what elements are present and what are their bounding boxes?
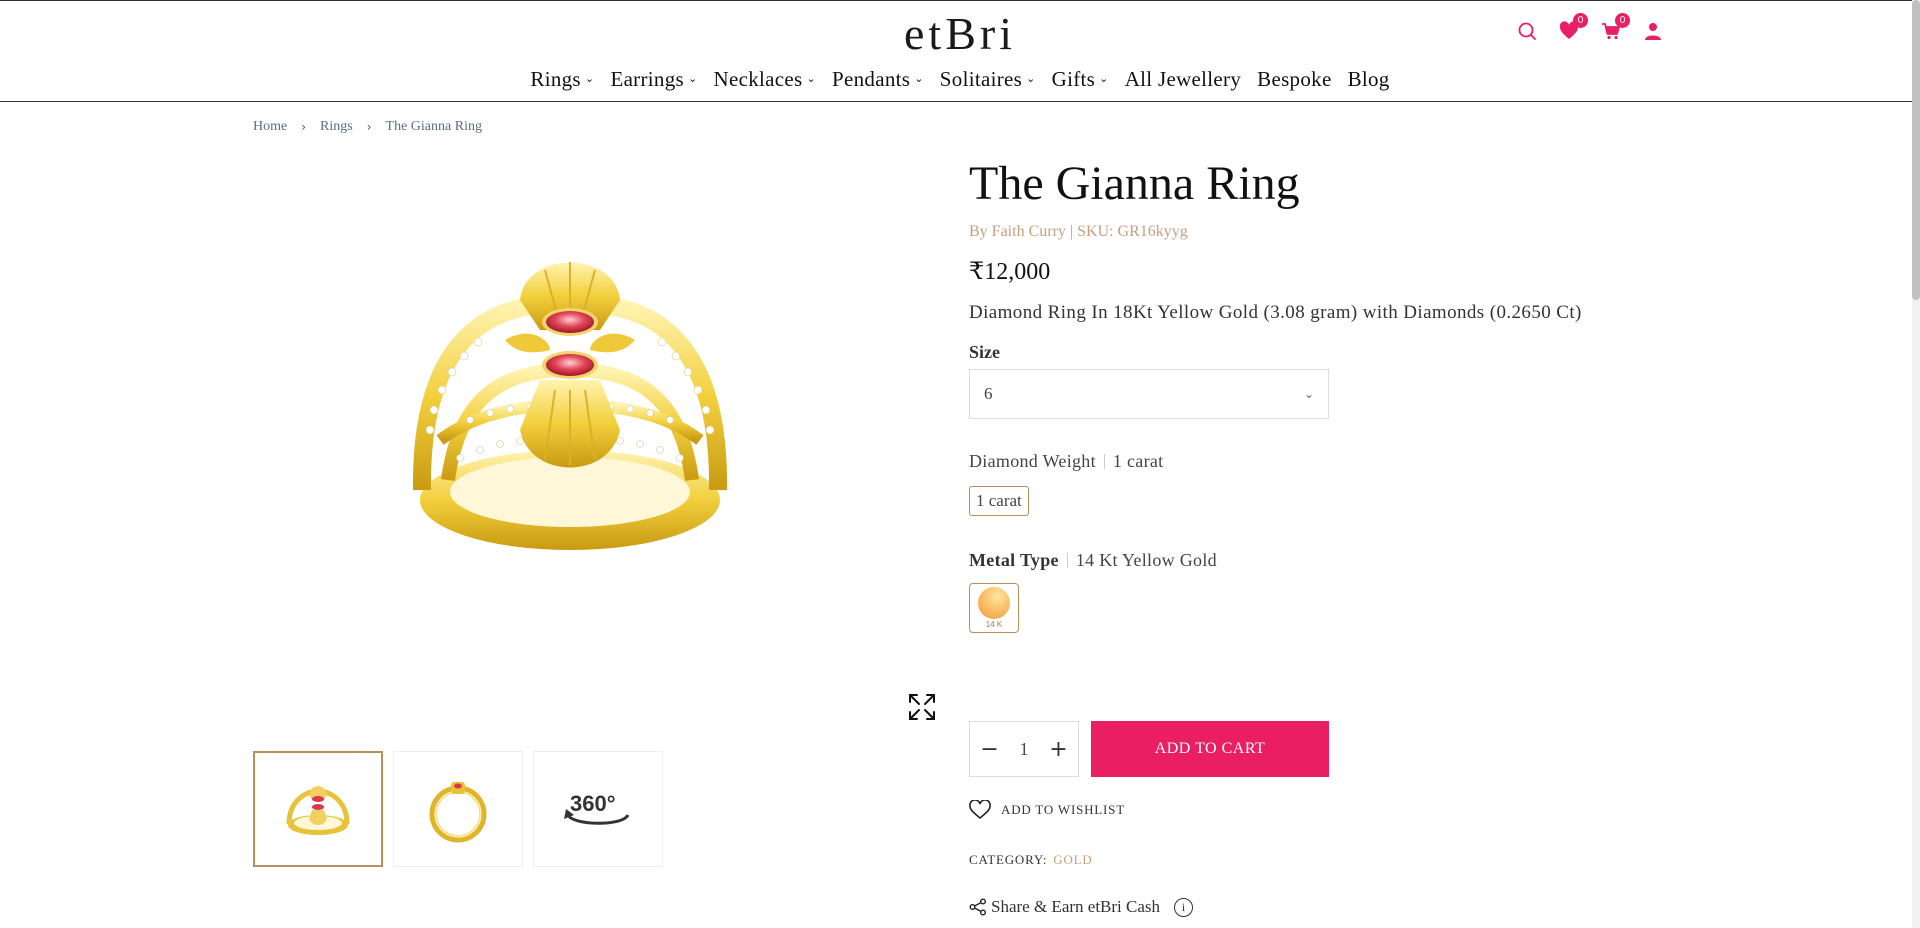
user-icon[interactable] — [1642, 19, 1664, 43]
category-label: CATEGORY: — [969, 852, 1048, 867]
nav-label: Earrings — [610, 67, 684, 91]
quantity-stepper: − 1 + — [969, 721, 1079, 777]
diamond-weight-option[interactable]: 1 carat — [969, 485, 1029, 516]
search-icon[interactable] — [1516, 19, 1538, 43]
chevron-right-icon: › — [301, 120, 307, 134]
nav-label: Blog — [1347, 67, 1390, 91]
breadcrumb-home[interactable]: Home — [253, 119, 287, 135]
info-icon[interactable]: i — [1174, 897, 1194, 917]
nav-label: Gifts — [1051, 67, 1096, 91]
metal-swatch-14k-yellow[interactable]: 14 K — [969, 582, 1019, 633]
breadcrumb: Home › Rings › The Gianna Ring — [253, 119, 482, 135]
rotate-360-icon: 360° — [564, 791, 630, 825]
chevron-down-icon: ⌄ — [584, 72, 595, 85]
product-byline: By Faith Curry | SKU: GR16kyyg — [969, 222, 1188, 240]
nav-label: Bespoke — [1257, 67, 1332, 91]
page-scrollbar[interactable] — [1912, 0, 1920, 928]
expand-fullscreen-button[interactable] — [905, 690, 939, 724]
breadcrumb-current: The Gianna Ring — [385, 119, 482, 134]
add-to-wishlist-link[interactable]: ADD TO WISHLIST — [969, 800, 1125, 820]
quantity-increase-button[interactable]: + — [1049, 737, 1067, 762]
quantity-decrease-button[interactable]: − — [980, 737, 998, 762]
nav-item-bespoke[interactable]: Bespoke — [1257, 67, 1331, 92]
thumbnail-front[interactable] — [253, 751, 383, 867]
chevron-right-icon: › — [366, 120, 372, 134]
thumbnail-360-label: 360° — [570, 791, 616, 816]
thumbnail-side[interactable] — [393, 751, 523, 867]
quantity-value[interactable]: 1 — [1019, 739, 1028, 760]
metal-swatch-tag: 14 K — [985, 619, 1003, 629]
size-label: Size — [969, 341, 1000, 362]
nav-label: Pendants — [832, 67, 911, 91]
nav-item-gifts[interactable]: Gifts ⌄ — [1052, 67, 1109, 92]
header-icons: 0 0 — [1516, 13, 1664, 43]
diamond-weight-label: Diamond Weight — [969, 450, 1096, 471]
cart-row: − 1 + ADD TO CART — [969, 721, 1329, 777]
category-row: CATEGORY: GOLD — [969, 852, 1093, 868]
main-nav: Rings ⌄ Earrings ⌄ Necklaces ⌄ Pendants ⌄ So… — [0, 67, 1920, 92]
category-link[interactable]: GOLD — [1053, 852, 1092, 867]
product-price: ₹12,000 — [969, 258, 1051, 285]
product-title: The Gianna Ring — [969, 157, 1300, 210]
site-header: etBri 0 0 Rings ⌄ Earrings ⌄ Necklaces ⌄ Pe… — [0, 0, 1920, 102]
nav-label: Solitaires — [939, 67, 1023, 91]
heart-outline-icon — [969, 800, 991, 820]
wishlist-count-badge: 0 — [1573, 13, 1588, 28]
add-to-cart-button[interactable]: ADD TO CART — [1091, 721, 1329, 777]
nav-item-all-jewellery[interactable]: All Jewellery — [1125, 67, 1241, 92]
main-product-image[interactable] — [400, 230, 740, 560]
ring-image — [412, 262, 728, 550]
share-earn-link[interactable]: Share & Earn etBri Cash i — [969, 897, 1194, 917]
diamond-weight-row: Diamond Weight 1 carat — [969, 451, 1689, 472]
nav-item-earrings[interactable]: Earrings ⌄ — [610, 67, 697, 92]
nav-label: Rings — [530, 67, 581, 91]
product-description: Diamond Ring In 18Kt Yellow Gold (3.08 g… — [969, 301, 1582, 323]
chevron-down-icon: ⌄ — [914, 72, 924, 85]
nav-item-pendants[interactable]: Pendants ⌄ — [832, 67, 924, 92]
nav-label: All Jewellery — [1124, 67, 1242, 91]
wishlist-heart-icon[interactable]: 0 — [1558, 13, 1588, 43]
thumbnail-360-view[interactable]: 360° — [533, 751, 663, 867]
breadcrumb-rings[interactable]: Rings — [320, 119, 353, 135]
share-icon — [969, 898, 986, 916]
gold-swatch-icon — [978, 586, 1010, 619]
ring-side-thumbnail-image — [429, 782, 487, 843]
metal-type-label: Metal Type — [969, 549, 1059, 570]
nav-item-blog[interactable]: Blog — [1348, 67, 1390, 92]
chevron-down-icon: ⌄ — [687, 72, 698, 85]
chevron-down-icon: ⌄ — [1026, 72, 1036, 85]
product-info: The Gianna Ring By Faith Curry | SKU: GR… — [969, 157, 1689, 633]
cart-count-badge: 0 — [1615, 13, 1630, 28]
divider — [1103, 453, 1105, 469]
metal-type-row: Metal Type 14 Kt Yellow Gold — [969, 550, 1689, 571]
divider — [1066, 552, 1068, 568]
size-select[interactable]: 6 ⌄ — [969, 368, 1329, 419]
nav-label: Necklaces — [713, 67, 803, 91]
metal-type-value: 14 Kt Yellow Gold — [1075, 549, 1217, 570]
size-selected-value: 6 — [984, 383, 993, 403]
nav-item-necklaces[interactable]: Necklaces ⌄ — [714, 67, 817, 92]
thumbnail-strip: 360° — [253, 751, 663, 867]
share-earn-label: Share & Earn etBri Cash — [991, 897, 1161, 916]
chevron-down-icon: ⌄ — [1303, 386, 1314, 401]
nav-item-solitaires[interactable]: Solitaires ⌄ — [940, 67, 1036, 92]
chevron-down-icon: ⌄ — [1099, 72, 1109, 85]
chevron-down-icon: ⌄ — [806, 72, 817, 85]
ring-thumbnail-image — [286, 786, 350, 835]
expand-icon — [909, 694, 935, 720]
diamond-weight-value: 1 carat — [1112, 450, 1164, 471]
add-to-wishlist-label: ADD TO WISHLIST — [1001, 802, 1125, 817]
cart-icon[interactable]: 0 — [1600, 13, 1630, 43]
nav-item-rings[interactable]: Rings ⌄ — [530, 67, 594, 92]
scrollbar-thumb[interactable] — [1912, 0, 1920, 300]
